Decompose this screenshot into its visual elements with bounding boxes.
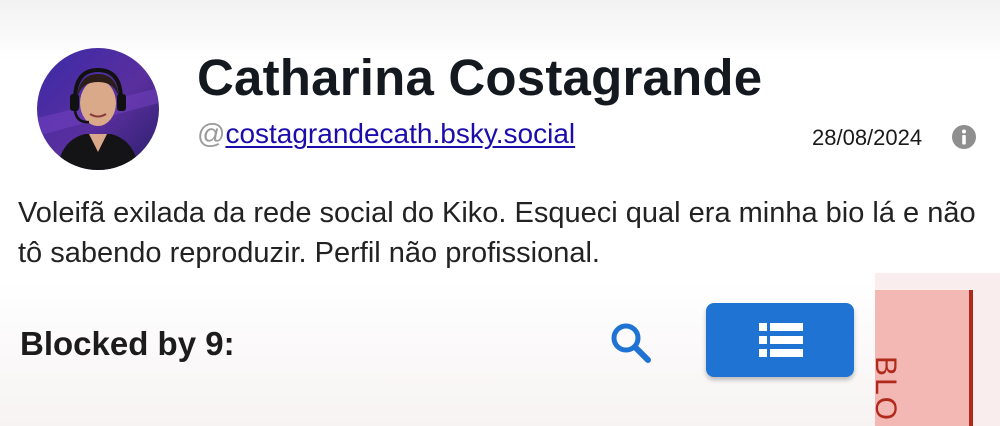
search-icon (611, 323, 651, 363)
info-circle-icon[interactable] (951, 124, 977, 150)
profile-date: 28/08/2024 (812, 125, 923, 150)
handle-at-symbol: @ (197, 118, 226, 149)
handle-link[interactable]: costagrandecath.bsky.social (225, 118, 575, 149)
list-view-button[interactable] (706, 303, 854, 377)
list-icon (759, 323, 803, 357)
handle-row: @costagrandecath.bsky.social (197, 118, 575, 150)
profile-bio: Voleifã exilada da rede social do Kiko. … (18, 197, 976, 269)
profile-page: Catharina Costagrande @costagrandecath.b… (0, 0, 1000, 426)
avatar[interactable] (37, 48, 159, 170)
search-button[interactable] (606, 318, 656, 368)
display-name: Catharina Costagrande (197, 49, 763, 106)
blocked-by-title: Blocked by 9: (20, 325, 235, 362)
block-side-tab-label: BLO (869, 356, 902, 423)
